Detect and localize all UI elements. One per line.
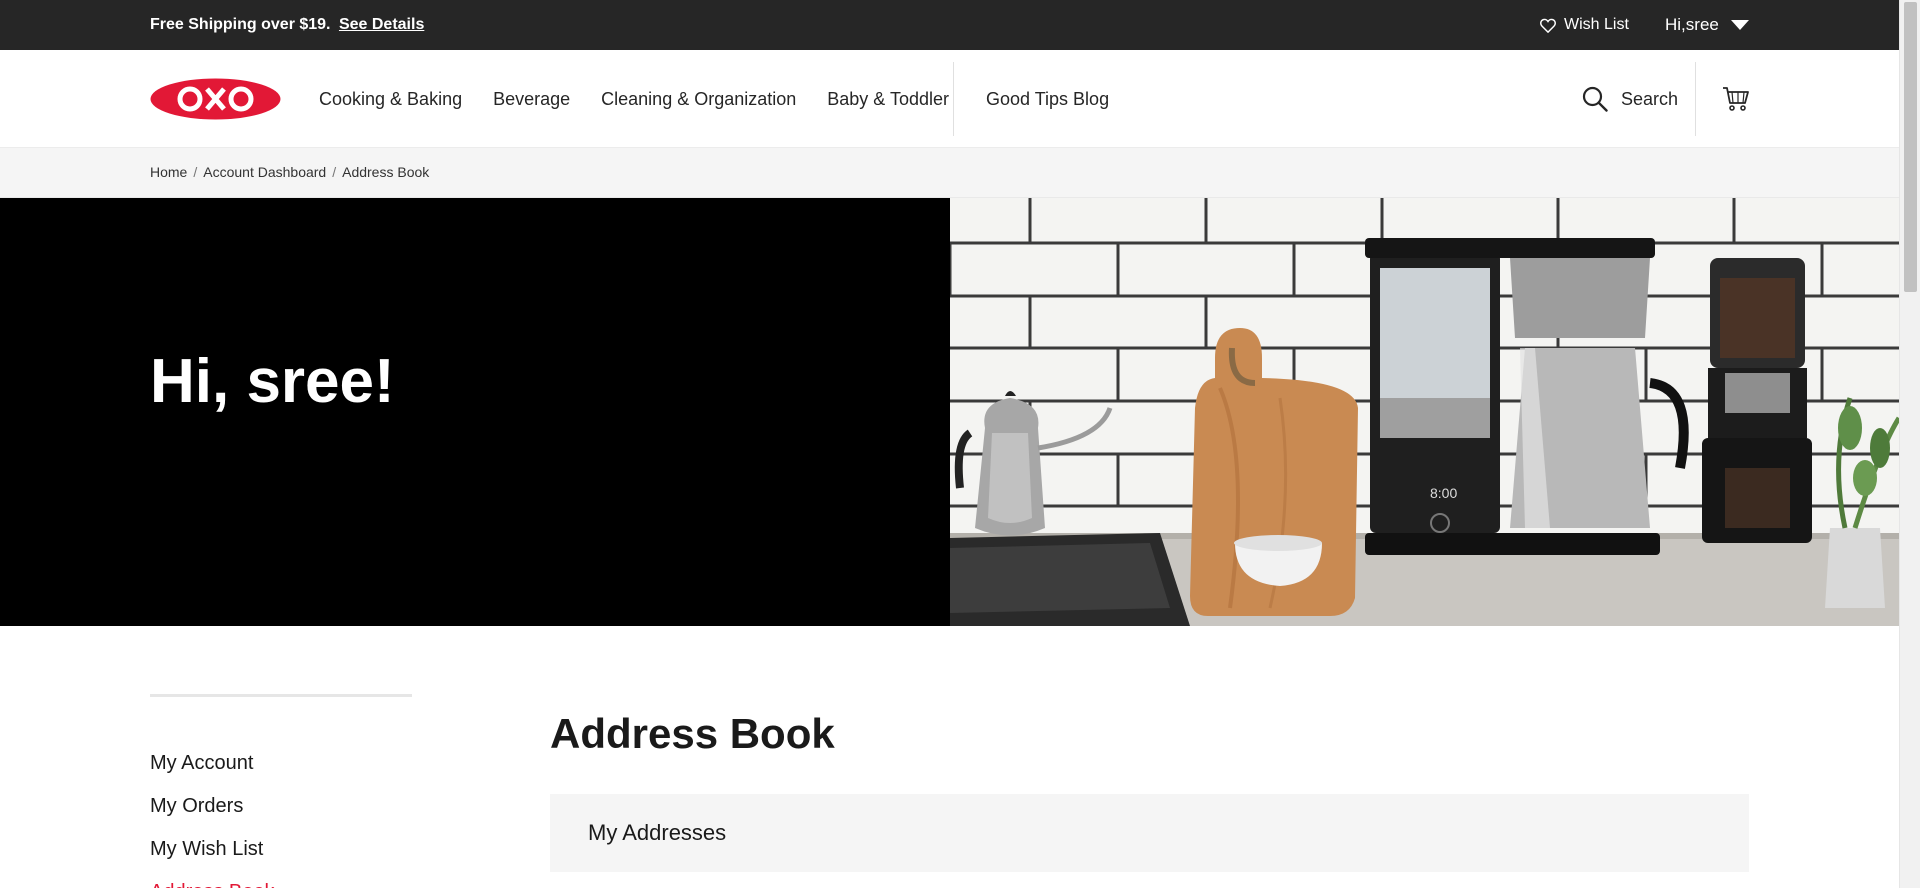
wish-list-label: Wish List: [1564, 16, 1629, 33]
sidebar-item-my-orders[interactable]: My Orders: [150, 785, 412, 828]
top-bar: Free Shipping over $19. See Details Wish…: [0, 0, 1899, 50]
page-title: Address Book: [550, 710, 835, 757]
main-navigation: Cooking & Baking Beverage Cleaning & Org…: [0, 50, 1899, 148]
promo-banner: Free Shipping over $19. See Details: [150, 16, 424, 34]
nav-divider-right: [1695, 62, 1696, 136]
panel-title: My Addresses: [588, 820, 727, 845]
page-scrollbar[interactable]: [1899, 0, 1920, 888]
cart-icon[interactable]: [1722, 86, 1750, 112]
breadcrumb-current: Address Book: [342, 164, 430, 180]
nav-baby-toddler[interactable]: Baby & Toddler: [827, 89, 949, 110]
scrollbar-thumb[interactable]: [1904, 2, 1917, 292]
account-menu[interactable]: Hi,sree: [1665, 15, 1749, 35]
account-sidebar: My Account My Orders My Wish List Addres…: [150, 694, 412, 888]
hero-image: 8:00: [950, 198, 1899, 626]
sidebar-item-address-book[interactable]: Address Book: [150, 871, 412, 888]
search-label: Search: [1621, 88, 1679, 109]
promo-text: Free Shipping over $19.: [150, 16, 331, 33]
search-icon: [1582, 86, 1608, 112]
my-addresses-panel: My Addresses: [550, 794, 1749, 872]
user-greeting: Hi,sree: [1665, 15, 1719, 34]
heart-icon: [1540, 18, 1556, 33]
breadcrumb-separator: /: [332, 164, 337, 180]
nav-divider: [953, 62, 954, 136]
breadcrumb-account-dashboard[interactable]: Account Dashboard: [203, 164, 326, 180]
hero-banner: Hi, sree! 8:00: [0, 198, 1899, 626]
hero-greeting: Hi, sree!: [150, 347, 395, 416]
sidebar-item-my-account[interactable]: My Account: [150, 742, 412, 785]
oxo-logo[interactable]: [150, 78, 281, 120]
search-button[interactable]: Search: [1582, 50, 1678, 148]
nav-cleaning-organization[interactable]: Cleaning & Organization: [601, 89, 796, 110]
sidebar-item-my-wish-list[interactable]: My Wish List: [150, 828, 412, 871]
kitchen-counter-image: 8:00: [950, 198, 1899, 626]
nav-beverage[interactable]: Beverage: [493, 89, 570, 110]
nav-good-tips-blog[interactable]: Good Tips Blog: [986, 50, 1109, 148]
breadcrumb: Home / Account Dashboard / Address Book: [0, 148, 1899, 198]
breadcrumb-home[interactable]: Home: [150, 164, 187, 180]
see-details-link[interactable]: See Details: [339, 16, 424, 33]
breadcrumb-separator: /: [193, 164, 198, 180]
wish-list-link[interactable]: Wish List: [1540, 16, 1629, 34]
category-links: Cooking & Baking Beverage Cleaning & Org…: [319, 50, 980, 148]
hero-greeting-panel: Hi, sree!: [0, 198, 950, 626]
svg-text:8:00: 8:00: [1430, 485, 1457, 501]
main-content: Address Book My Addresses: [550, 710, 1749, 872]
sidebar-divider: [150, 694, 412, 697]
chevron-down-icon: [1730, 20, 1749, 30]
nav-cooking-baking[interactable]: Cooking & Baking: [319, 89, 462, 110]
